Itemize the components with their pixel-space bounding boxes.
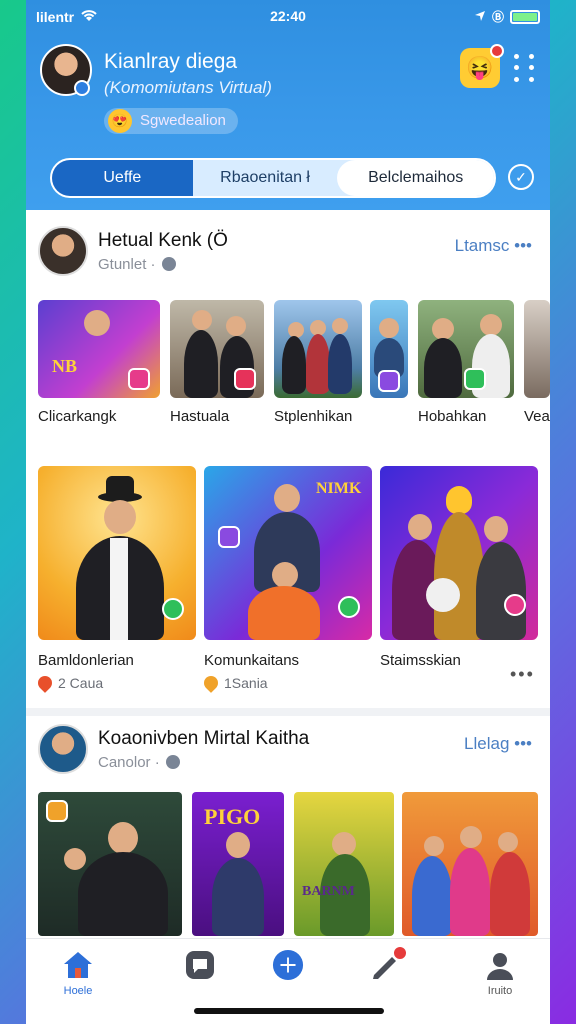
location-pin-icon xyxy=(35,673,55,693)
profile-subtitle: (Komomiutans Virtual) xyxy=(104,78,272,97)
segmented-control: Ueffe Rbaoenitan ł Belclemaihos xyxy=(50,158,496,198)
tab-add[interactable] xyxy=(260,949,316,985)
card-image xyxy=(38,466,196,640)
strip-item[interactable] xyxy=(370,300,408,398)
tab-profile[interactable]: Iruito xyxy=(472,949,528,997)
section-subtitle: Canolor · xyxy=(98,754,180,771)
battery-icon xyxy=(510,9,540,24)
status-bar: lilentr 22:40 Ⓑ xyxy=(26,0,550,34)
menu-button[interactable] xyxy=(514,54,538,82)
verified-icon xyxy=(161,257,176,271)
profile-name: Kianlray diega xyxy=(104,50,238,73)
thumbnail-image: NB xyxy=(38,300,160,398)
menu-dot-icon xyxy=(529,65,534,71)
card-meta: 2 Caua xyxy=(35,673,196,693)
strip-label: Clicarkangk xyxy=(38,408,117,425)
notification-dot xyxy=(490,44,504,58)
thumbnail-image xyxy=(524,300,550,398)
emoji-icon: 😍 xyxy=(108,109,132,133)
thumbnail-image xyxy=(170,300,264,398)
add-icon xyxy=(272,949,304,981)
strip-label: Hastuala xyxy=(170,408,230,425)
more-options-icon[interactable]: ••• xyxy=(510,664,535,685)
mood-pill[interactable]: 😍 Sgwedealion xyxy=(104,108,238,134)
mood-label: Sgwedealion xyxy=(140,112,226,129)
tab-chat[interactable] xyxy=(172,949,228,985)
profile-icon xyxy=(484,949,516,981)
card-title: Bamldonlerian xyxy=(38,652,134,669)
phone-screen: lilentr 22:40 Ⓑ Kianlray diega (Komomiut… xyxy=(26,0,550,1024)
tab-segment-3[interactable]: Belclemaihos xyxy=(337,160,494,196)
location-pin-icon xyxy=(201,673,221,693)
strip-label: Vea xyxy=(524,408,550,425)
sticker-button[interactable]: 😝 xyxy=(460,44,504,88)
section-title: Hetual Kenk (Ö xyxy=(98,230,228,251)
bottom-thumbnail[interactable] xyxy=(38,792,182,936)
strip-item[interactable]: Hastuala xyxy=(170,300,264,425)
header: lilentr 22:40 Ⓑ Kianlray diega (Komomiut… xyxy=(26,0,550,210)
menu-dot-icon xyxy=(514,76,519,82)
tab-home[interactable]: Hoele xyxy=(50,949,106,997)
bottom-thumbnail[interactable]: PIGO xyxy=(192,792,284,936)
menu-dot-icon xyxy=(529,54,534,59)
home-indicator[interactable] xyxy=(194,1008,384,1014)
strip-item[interactable]: NB Clicarkangk xyxy=(38,300,160,425)
status-time: 22:40 xyxy=(270,8,306,24)
card-image xyxy=(380,466,538,640)
chat-icon xyxy=(184,949,216,981)
strip-item[interactable]: Vea xyxy=(524,300,550,425)
avatar[interactable] xyxy=(38,724,88,774)
section-subtitle: Gtunlet · xyxy=(98,256,176,273)
strip-label: Hobahkan xyxy=(418,408,487,425)
tab-edit[interactable] xyxy=(358,945,414,985)
card-title: Komunkaitans xyxy=(204,652,300,669)
section-action-link[interactable]: Ltamsc ••• xyxy=(455,236,532,256)
strip-item[interactable]: Hobahkan xyxy=(418,300,514,425)
content-card[interactable]: Staimsskian xyxy=(380,466,538,669)
check-icon[interactable]: ✓ xyxy=(508,164,534,190)
pen-icon xyxy=(370,945,408,981)
section-header-1: Hetual Kenk (Ö Gtunlet · Ltamsc ••• xyxy=(38,226,538,282)
menu-dot-icon xyxy=(514,65,519,71)
thumbnail-strip: NB Clicarkangk Hastuala Stplenhikan Hoba… xyxy=(38,300,550,430)
strip-item[interactable]: Stplenhikan xyxy=(274,300,362,425)
verified-icon xyxy=(165,755,180,769)
tab-label: Iruito xyxy=(487,985,513,997)
content-card[interactable]: Bamldonlerian 2 Caua xyxy=(35,466,196,693)
home-icon xyxy=(62,949,94,981)
location-icon xyxy=(474,9,486,25)
profile-block: Kianlray diega (Komomiutans Virtual) 😍 S… xyxy=(40,44,536,140)
menu-dot-icon xyxy=(514,54,519,59)
sticker-icon: 😝 xyxy=(466,55,494,80)
thumbnail-image xyxy=(370,300,408,398)
bottom-thumbnail[interactable] xyxy=(402,792,538,936)
verified-badge-icon xyxy=(74,80,90,96)
tab-segment-1[interactable]: Ueffe xyxy=(52,160,193,196)
content-card[interactable]: NIMK Komunkaitans 1Sania xyxy=(201,466,372,693)
strip-label: Stplenhikan xyxy=(274,408,353,425)
bottom-thumbnail[interactable]: BARNM xyxy=(294,792,394,936)
section-header-2: Koaonivben Mirtal Kaitha Canolor · Llela… xyxy=(38,724,538,780)
card-image: NIMK xyxy=(204,466,372,640)
avatar[interactable] xyxy=(38,226,88,276)
section-action-link[interactable]: Llelag ••• xyxy=(464,734,532,754)
thumbnail-image xyxy=(274,300,362,398)
divider xyxy=(26,708,550,716)
card-meta: 1Sania xyxy=(201,673,372,693)
menu-dot-icon xyxy=(529,76,534,82)
bluetooth-icon: Ⓑ xyxy=(491,10,504,24)
tab-label: Hoele xyxy=(63,985,93,997)
notification-dot xyxy=(392,945,408,961)
section-title: Koaonivben Mirtal Kaitha xyxy=(98,728,310,749)
tab-segment-2[interactable]: Rbaoenitan ł xyxy=(193,160,338,196)
thumbnail-image xyxy=(418,300,514,398)
